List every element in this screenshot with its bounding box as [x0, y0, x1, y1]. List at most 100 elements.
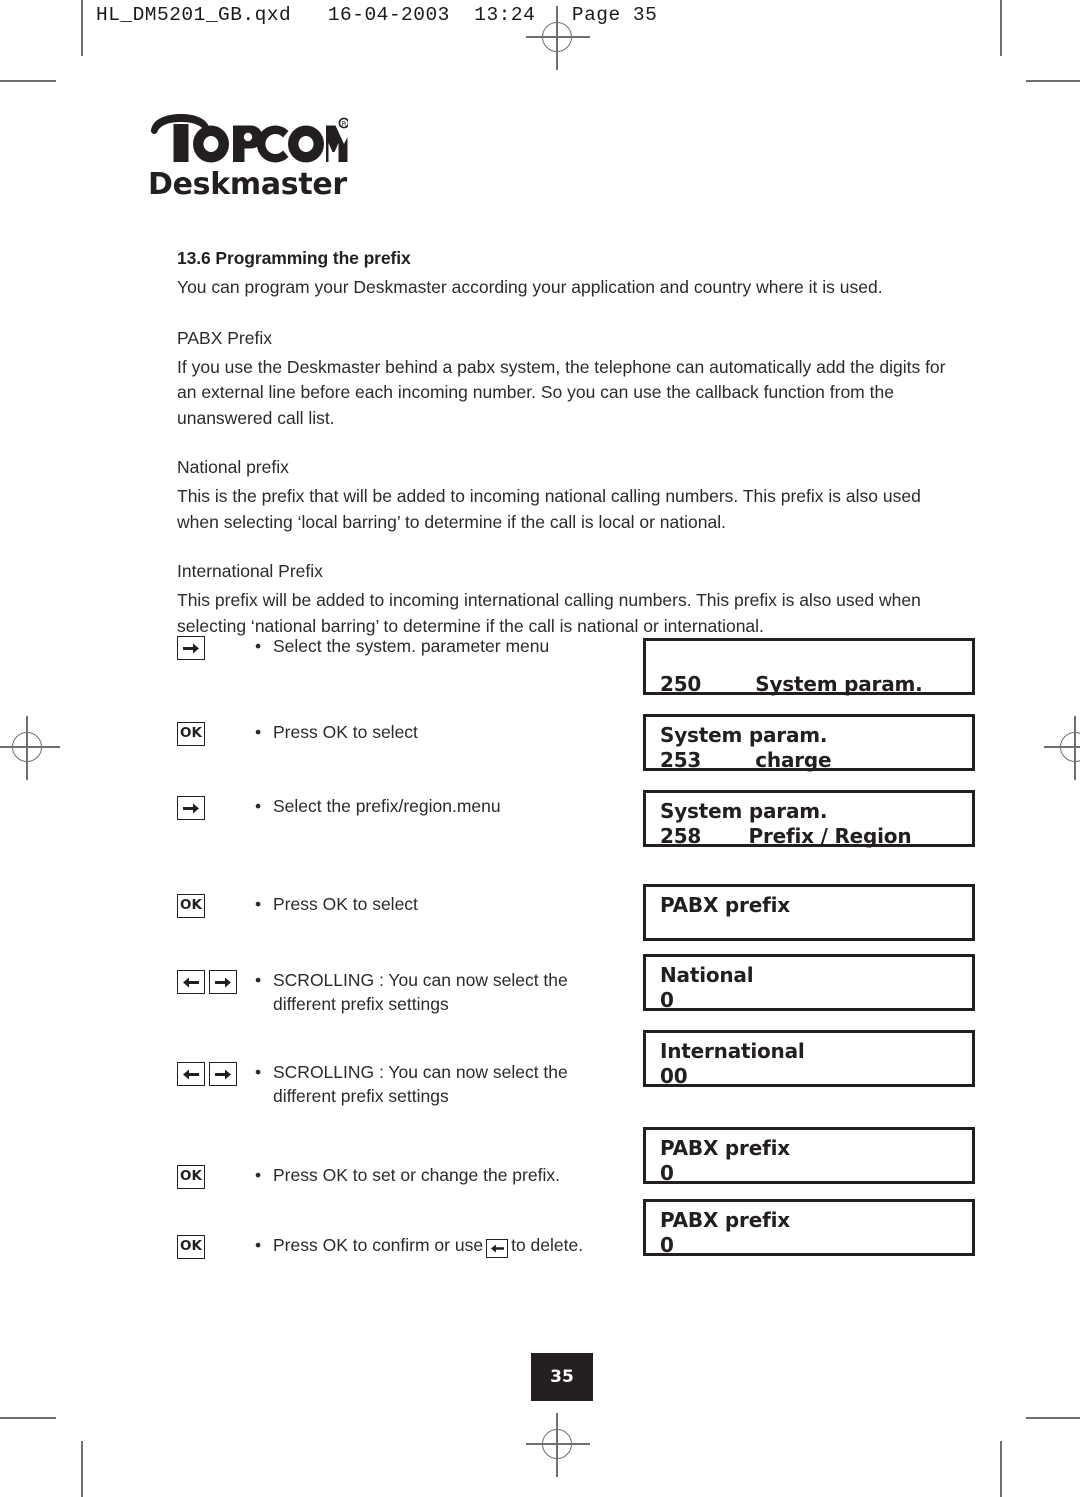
print-file-header: HL_DM5201_GB.qxd 16-04-2003 13:24 Page 3…	[96, 4, 658, 26]
crop-mark-top-right-horizontal	[1026, 80, 1080, 82]
lcd-line-2: 0	[660, 988, 674, 1012]
step-label: SCROLLING : You can now select the diffe…	[273, 1062, 568, 1106]
lcd-line-2: 0	[660, 1233, 674, 1257]
national-prefix-title: National prefix	[177, 457, 289, 477]
step-keys	[177, 968, 255, 994]
step-keys: OK	[177, 1233, 255, 1259]
arrow-left-icon[interactable]	[486, 1239, 509, 1258]
section-intro: You can program your Deskmaster accordin…	[177, 277, 883, 297]
step-keys: OK	[177, 1163, 255, 1189]
topcom-wordmark: R	[148, 112, 508, 164]
lcd-line-1: PABX prefix	[660, 1208, 790, 1232]
international-prefix-title: International Prefix	[177, 561, 323, 581]
ok-key-icon[interactable]: OK	[177, 722, 205, 746]
bullet-glyph: •	[255, 722, 262, 742]
bullet-glyph: •	[255, 894, 262, 914]
step-row: • SCROLLING : You can now select the diff…	[177, 968, 603, 1016]
product-name: Deskmaster	[148, 167, 347, 202]
step-text: • Select the system. parameter menu	[255, 634, 549, 658]
step-keys	[177, 794, 255, 820]
step-label-before: Press OK to confirm or use	[273, 1235, 484, 1255]
registration-mark-bottom	[526, 1413, 590, 1477]
step-row: OK • Press OK to confirm or use to delete.	[177, 1233, 633, 1259]
step-row: OK • Press OK to select	[177, 720, 418, 746]
step-row: • SCROLLING : You can now select the diff…	[177, 1060, 603, 1108]
bullet-glyph: •	[255, 796, 262, 816]
page-number-badge: 35	[531, 1353, 593, 1401]
step-row: • Select the prefix/region.menu	[177, 794, 501, 820]
lcd-line-1: PABX prefix	[660, 1136, 790, 1160]
bullet-glyph: •	[255, 1062, 262, 1082]
lcd-screen: PABX prefix 0	[643, 1199, 975, 1257]
brand-logo: R Deskmaster	[148, 112, 508, 202]
ok-key-icon[interactable]: OK	[177, 894, 205, 918]
crop-mark-top-left-horizontal	[0, 80, 56, 82]
arrow-left-icon[interactable]	[177, 970, 205, 994]
section-heading: 13.6 Programming the prefix	[177, 248, 411, 268]
step-label-after: to delete.	[511, 1235, 584, 1255]
arrow-right-icon[interactable]	[177, 636, 205, 660]
step-label: Press OK to select	[273, 722, 418, 742]
lcd-line-2: 253 charge	[660, 748, 832, 772]
step-text: • Press OK to select	[255, 720, 418, 744]
lcd-line-1: System param.	[660, 799, 828, 823]
crop-mark-bottom-left-horizontal	[0, 1417, 56, 1419]
step-row: • Select the system. parameter menu	[177, 634, 549, 660]
step-keys	[177, 634, 255, 660]
svg-text:R: R	[342, 120, 347, 128]
step-text: • Press OK to confirm or use to delete.	[255, 1233, 633, 1258]
lcd-line-2: 258 Prefix / Region	[660, 824, 912, 848]
lcd-line-2: 0	[660, 1161, 674, 1185]
step-label: Press OK to set or change the prefix.	[273, 1165, 560, 1185]
arrow-right-icon[interactable]	[209, 970, 237, 994]
lcd-screen: 250 System param.	[643, 638, 975, 696]
bullet-glyph: •	[255, 970, 262, 990]
crop-mark-top-right-vertical	[1000, 0, 1002, 56]
lcd-line-2	[660, 918, 960, 943]
bullet-glyph: •	[255, 1235, 262, 1255]
lcd-line-2: 00	[660, 1064, 688, 1088]
step-keys: OK	[177, 892, 255, 918]
step-keys: OK	[177, 720, 255, 746]
crop-mark-top-left-vertical	[81, 0, 83, 56]
lcd-line-1: International	[660, 1039, 805, 1063]
ok-key-icon[interactable]: OK	[177, 1235, 205, 1259]
article-body: 13.6 Programming the prefix You can prog…	[177, 248, 967, 639]
step-text: • SCROLLING : You can now select the diff…	[255, 968, 603, 1016]
step-text: • Press OK to set or change the prefix.	[255, 1163, 560, 1187]
pabx-prefix-body: If you use the Deskmaster behind a pabx …	[177, 356, 946, 428]
step-label: Press OK to select	[273, 894, 418, 914]
step-text: • Select the prefix/region.menu	[255, 794, 501, 818]
lcd-line-1: System param.	[660, 723, 828, 747]
lcd-screen: International 00	[643, 1030, 975, 1088]
procedure-area: • Select the system. parameter menu OK • P…	[0, 630, 1080, 1290]
lcd-screen: System param. 258 Prefix / Region	[643, 790, 975, 848]
crop-mark-bottom-left-vertical	[81, 1441, 83, 1497]
lcd-line-1: National	[660, 963, 754, 987]
step-text: • Press OK to select	[255, 892, 418, 916]
step-row: OK • Press OK to set or change the prefix…	[177, 1163, 560, 1189]
step-label: Select the prefix/region.menu	[273, 796, 501, 816]
crop-mark-bottom-right-horizontal	[1026, 1417, 1080, 1419]
lcd-screen: PABX prefix	[643, 884, 975, 941]
bullet-glyph: •	[255, 1165, 262, 1185]
ok-key-icon[interactable]: OK	[177, 1165, 205, 1189]
step-text: • SCROLLING : You can now select the diff…	[255, 1060, 603, 1108]
national-prefix-body: This is the prefix that will be added to…	[177, 486, 921, 532]
bullet-glyph: •	[255, 636, 262, 656]
lcd-screen: System param. 253 charge	[643, 714, 975, 772]
pabx-prefix-title: PABX Prefix	[177, 327, 272, 348]
lcd-screen: National 0	[643, 954, 975, 1012]
manual-page: HL_DM5201_GB.qxd 16-04-2003 13:24 Page 3…	[0, 0, 1080, 1497]
lcd-screen: PABX prefix 0	[643, 1127, 975, 1185]
step-keys	[177, 1060, 255, 1086]
lcd-line-2: 250 System param.	[660, 672, 923, 696]
arrow-right-icon[interactable]	[177, 796, 205, 820]
step-label: Select the system. parameter menu	[273, 636, 550, 656]
lcd-line-1	[660, 647, 960, 672]
arrow-left-icon[interactable]	[177, 1062, 205, 1086]
lcd-line-1: PABX prefix	[660, 893, 790, 917]
crop-mark-bottom-right-vertical	[1000, 1441, 1002, 1497]
arrow-right-icon[interactable]	[209, 1062, 237, 1086]
step-row: OK • Press OK to select	[177, 892, 418, 918]
